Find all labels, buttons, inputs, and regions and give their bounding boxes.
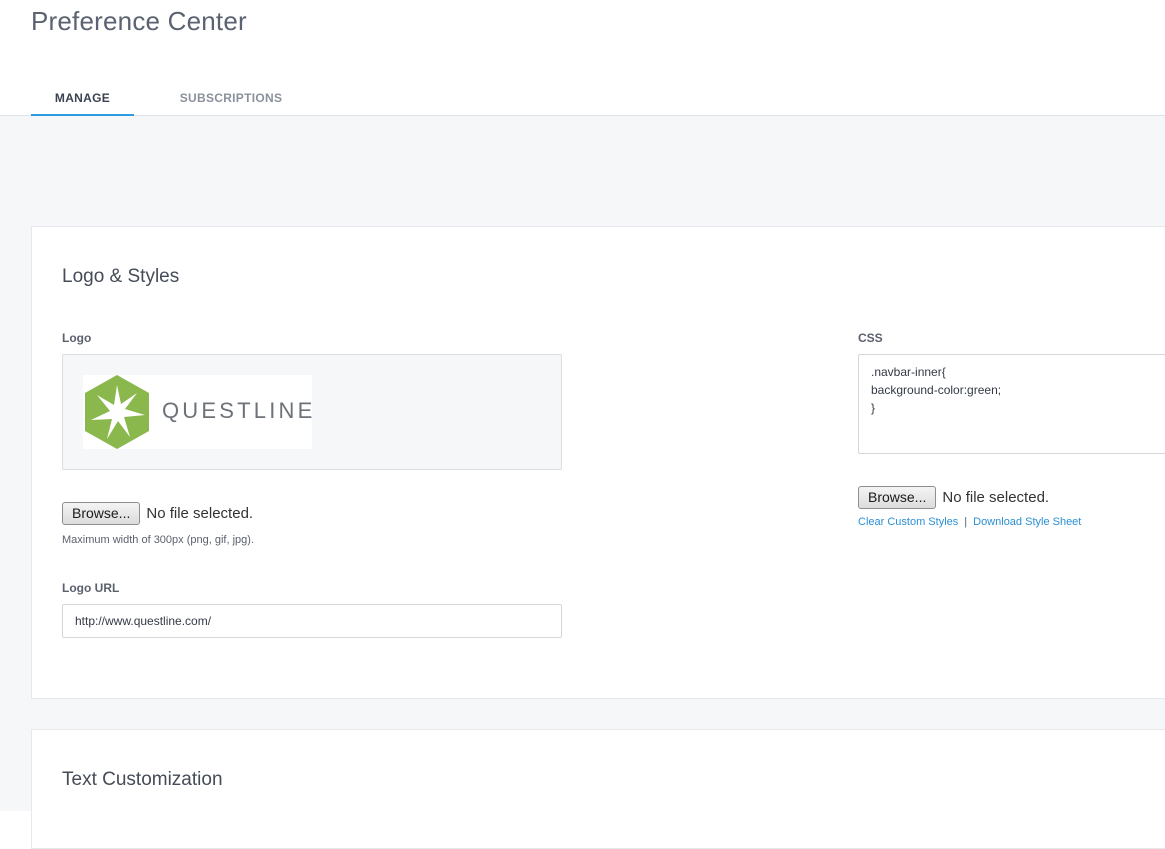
page-title: Preference Center xyxy=(31,6,247,36)
logo-label: Logo xyxy=(62,331,92,345)
main-content: Logo & Styles Logo QUESTLINE Browse... N… xyxy=(0,116,1165,849)
logo-browse-button[interactable]: Browse... xyxy=(62,501,141,525)
page-header: Preference Center MANAGE SUBSCRIPTIONS xyxy=(0,0,1165,117)
css-links: Clear Custom Styles | Download Style Sheet xyxy=(858,516,1081,528)
css-file-status: No file selected. xyxy=(942,488,1050,506)
css-textarea[interactable]: .navbar-inner{ background-color:green; } xyxy=(858,354,1165,454)
logo-file-picker: Browse... No file selected. xyxy=(62,501,253,525)
css-file-picker: Browse... No file selected. xyxy=(858,485,1049,509)
text-customization-title: Text Customization xyxy=(62,769,223,790)
logo-url-input[interactable]: http://www.questline.com/ xyxy=(62,604,562,638)
logo-file-status: No file selected. xyxy=(146,504,254,522)
logo-url-label: Logo URL xyxy=(62,581,120,595)
star-hexagon-icon xyxy=(85,375,149,449)
logo-help-text: Maximum width of 300px (png, gif, jpg). xyxy=(62,534,254,546)
css-browse-button[interactable]: Browse... xyxy=(858,485,937,509)
logo-styles-card: Logo & Styles Logo QUESTLINE Browse... N… xyxy=(31,226,1165,699)
download-style-sheet-link[interactable]: Download Style Sheet xyxy=(973,516,1081,528)
logo-styles-title: Logo & Styles xyxy=(62,266,180,287)
logo-wordmark: QUESTLINE xyxy=(162,398,316,423)
text-customization-card: Text Customization xyxy=(31,729,1165,849)
logo-preview: QUESTLINE xyxy=(62,354,562,470)
clear-custom-styles-link[interactable]: Clear Custom Styles xyxy=(858,516,958,528)
link-separator: | xyxy=(964,516,968,528)
tab-manage[interactable]: MANAGE xyxy=(31,90,134,117)
css-label: CSS xyxy=(858,331,883,345)
tab-subscriptions[interactable]: SUBSCRIPTIONS xyxy=(170,90,292,114)
company-logo: QUESTLINE xyxy=(83,375,312,449)
